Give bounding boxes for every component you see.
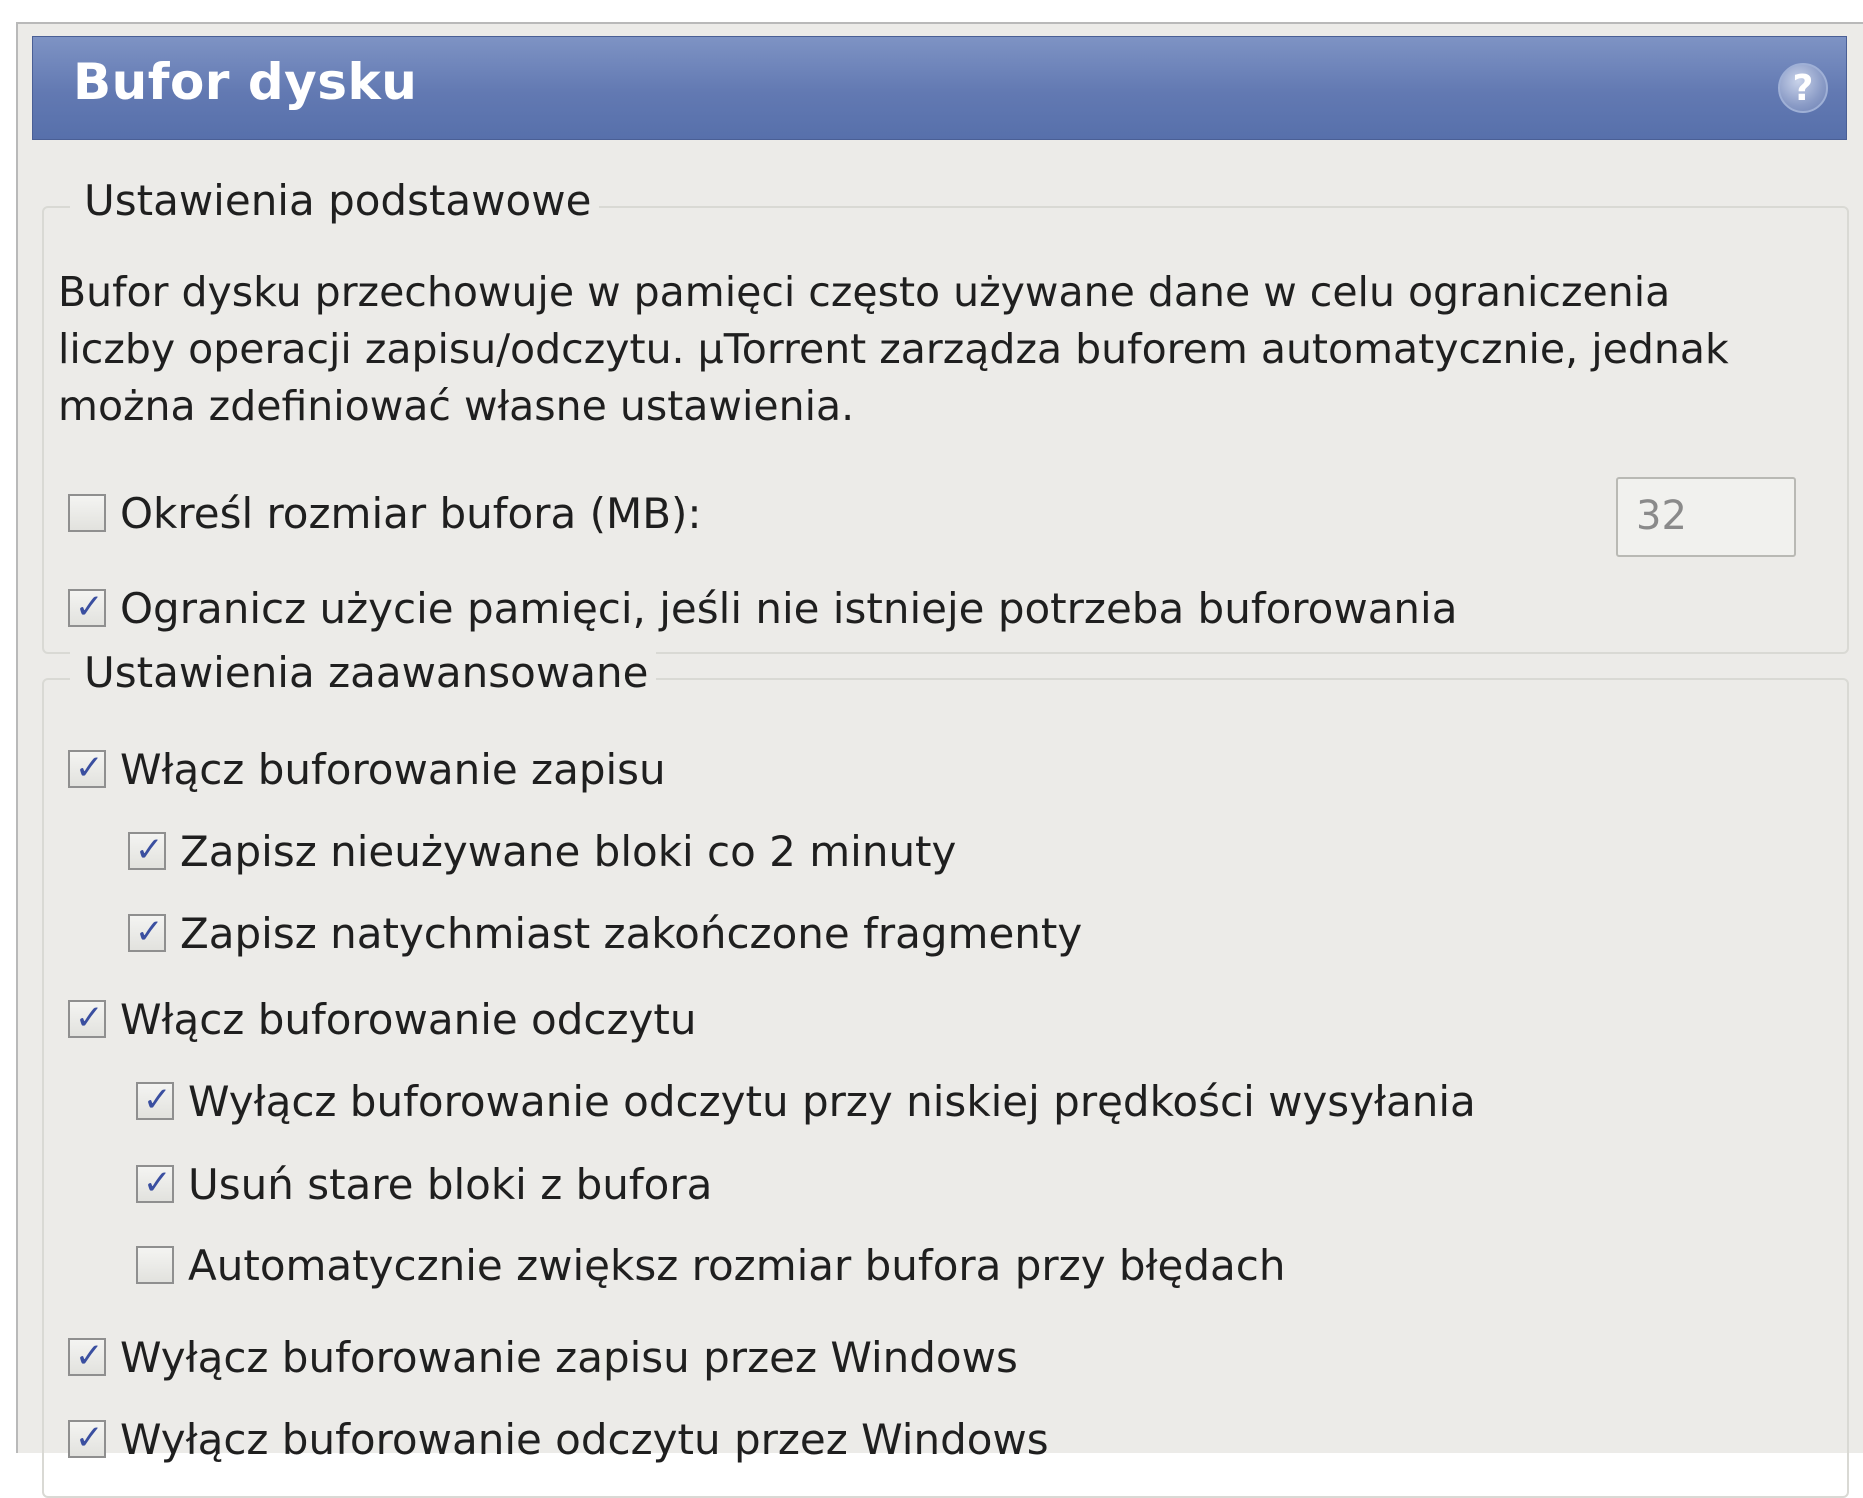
panel-title: Bufor dysku bbox=[73, 53, 418, 111]
remove-old-blocks-label: Usuń stare bloki z bufora bbox=[188, 1159, 713, 1209]
adv-option-disable-windows-read-cache[interactable]: Wyłącz buforowanie odczytu przez Windows bbox=[68, 1412, 1049, 1466]
write-unused-blocks-label: Zapisz nieużywane bloki co 2 minuty bbox=[180, 826, 957, 876]
adv-option-remove-old-blocks[interactable]: Usuń stare bloki z bufora bbox=[136, 1157, 712, 1211]
disable-windows-write-cache-checkbox[interactable] bbox=[68, 1336, 106, 1376]
write-finished-pieces-checkbox[interactable] bbox=[128, 912, 166, 952]
cache-size-input[interactable]: 32 bbox=[1616, 477, 1796, 557]
adv-option-write-unused-blocks[interactable]: Zapisz nieużywane bloki co 2 minuty bbox=[128, 824, 956, 878]
specify-size-row[interactable]: Określ rozmiar bufora (MB): bbox=[68, 486, 702, 540]
remove-old-blocks-checkbox[interactable] bbox=[136, 1163, 174, 1203]
disable-windows-read-cache-label: Wyłącz buforowanie odczytu przez Windows bbox=[120, 1414, 1049, 1464]
adv-option-auto-increase-cache[interactable]: Automatycznie zwiększ rozmiar bufora prz… bbox=[136, 1238, 1285, 1292]
enable-read-cache-checkbox[interactable] bbox=[68, 998, 106, 1038]
disable-read-cache-slow-upload-checkbox[interactable] bbox=[136, 1080, 174, 1120]
help-icon[interactable]: ? bbox=[1778, 63, 1828, 113]
disable-windows-write-cache-label: Wyłącz buforowanie zapisu przez Windows bbox=[120, 1332, 1018, 1382]
limit-memory-label: Ogranicz użycie pamięci, jeśli nie istni… bbox=[120, 583, 1458, 633]
enable-read-cache-label: Włącz buforowanie odczytu bbox=[120, 994, 697, 1044]
advanced-settings-legend: Ustawienia zaawansowane bbox=[70, 648, 657, 697]
enable-write-cache-checkbox[interactable] bbox=[68, 748, 106, 788]
disk-cache-panel: Bufor dysku ? Ustawienia podstawowe Bufo… bbox=[16, 22, 1863, 1498]
basic-settings-legend: Ustawienia podstawowe bbox=[70, 176, 600, 225]
disable-read-cache-slow-upload-label: Wyłącz buforowanie odczytu przy niskiej … bbox=[188, 1076, 1476, 1126]
specify-size-checkbox[interactable] bbox=[68, 494, 106, 532]
adv-option-enable-write-cache[interactable]: Włącz buforowanie zapisu bbox=[68, 742, 666, 796]
adv-option-write-finished-pieces[interactable]: Zapisz natychmiast zakończone fragmenty bbox=[128, 906, 1082, 960]
adv-option-disable-read-cache-slow-upload[interactable]: Wyłącz buforowanie odczytu przy niskiej … bbox=[136, 1074, 1476, 1128]
write-unused-blocks-checkbox[interactable] bbox=[128, 830, 166, 870]
auto-increase-cache-checkbox[interactable] bbox=[136, 1246, 174, 1284]
adv-option-disable-windows-write-cache[interactable]: Wyłącz buforowanie zapisu przez Windows bbox=[68, 1330, 1018, 1384]
adv-option-enable-read-cache[interactable]: Włącz buforowanie odczytu bbox=[68, 992, 697, 1046]
write-finished-pieces-label: Zapisz natychmiast zakończone fragmenty bbox=[180, 908, 1083, 958]
auto-increase-cache-label: Automatycznie zwiększ rozmiar bufora prz… bbox=[188, 1240, 1286, 1290]
enable-write-cache-label: Włącz buforowanie zapisu bbox=[120, 744, 666, 794]
specify-size-label: Określ rozmiar bufora (MB): bbox=[120, 488, 702, 538]
panel-header: Bufor dysku ? bbox=[32, 36, 1847, 140]
disable-windows-read-cache-checkbox[interactable] bbox=[68, 1418, 106, 1458]
limit-memory-checkbox[interactable] bbox=[68, 587, 106, 627]
limit-memory-row[interactable]: Ogranicz użycie pamięci, jeśli nie istni… bbox=[68, 581, 1457, 635]
cache-description: Bufor dysku przechowuje w pamięci często… bbox=[58, 268, 1729, 430]
